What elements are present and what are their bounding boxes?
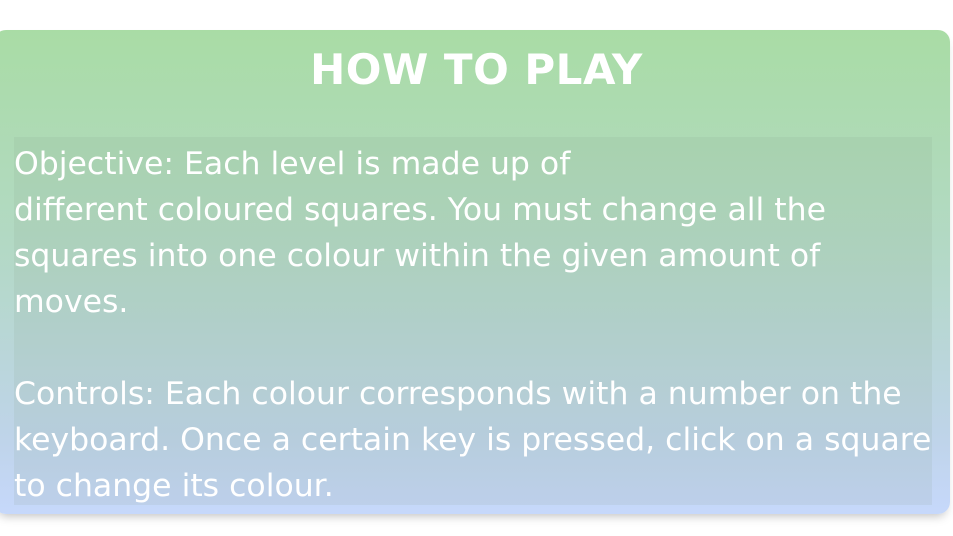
controls-text: Controls: Each colour corresponds with a… bbox=[14, 376, 932, 504]
objective-line-2: different coloured squares. You must cha… bbox=[14, 192, 826, 320]
panel-title: HOW TO PLAY bbox=[310, 45, 643, 94]
objective-text: Objective: Each level is made up of diff… bbox=[14, 141, 932, 325]
instructions-box: Objective: Each level is made up of diff… bbox=[14, 137, 932, 505]
objective-line-1: Objective: Each level is made up of bbox=[14, 146, 571, 182]
